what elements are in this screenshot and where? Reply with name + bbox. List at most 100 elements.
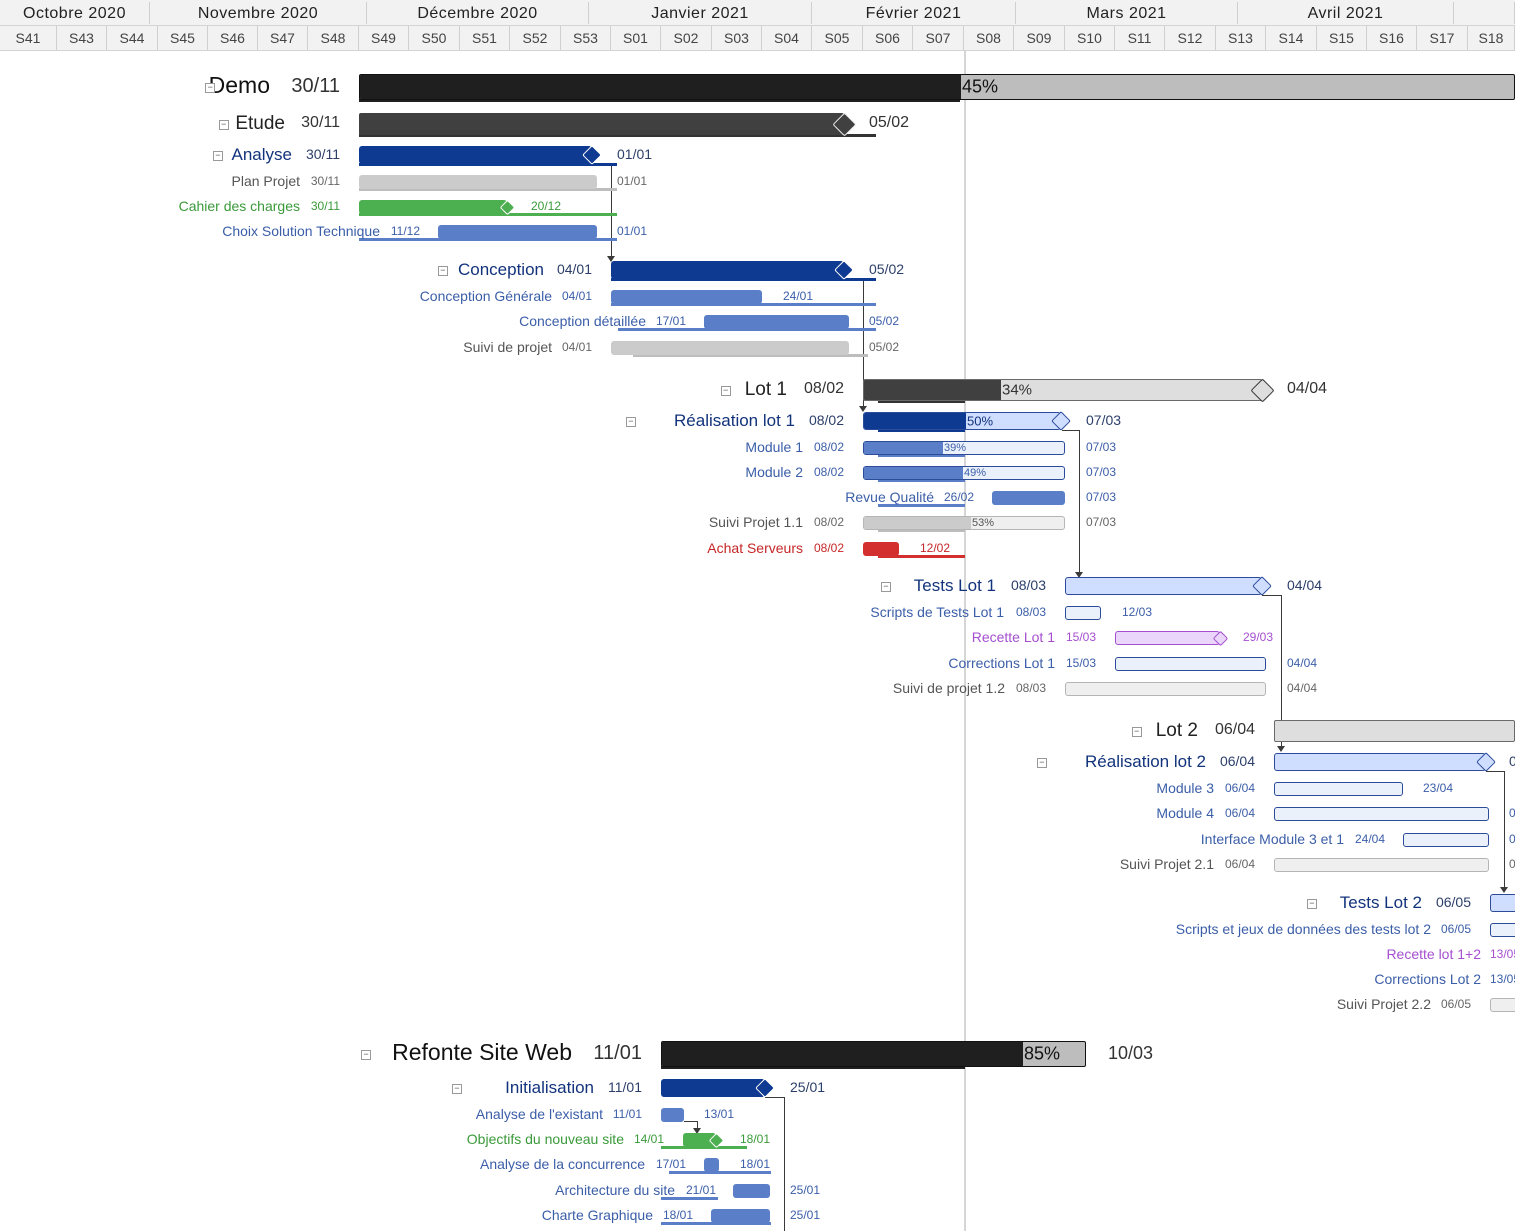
task-bar[interactable] bbox=[661, 1108, 684, 1122]
task-name[interactable]: Architecture du site bbox=[555, 1183, 675, 1197]
task-name[interactable]: Module 2 bbox=[745, 465, 803, 479]
task-name[interactable]: Corrections Lot 2 bbox=[1374, 972, 1481, 986]
week-header: S12 bbox=[1165, 26, 1216, 50]
task-bar[interactable] bbox=[863, 542, 899, 556]
task-name[interactable]: Conception Générale bbox=[420, 289, 552, 303]
task-bar[interactable] bbox=[1115, 631, 1220, 645]
task-name[interactable]: Conception détaillée bbox=[519, 314, 646, 328]
task-name[interactable]: Suivi de projet bbox=[463, 340, 552, 354]
task-bar[interactable] bbox=[863, 379, 1262, 401]
task-end-date: 0 bbox=[1509, 832, 1515, 847]
collapse-toggle-icon[interactable]: − bbox=[212, 151, 223, 161]
month-header bbox=[1454, 2, 1515, 24]
task-name[interactable]: Achat Serveurs bbox=[707, 541, 803, 555]
task-name[interactable]: Réalisation lot 2 bbox=[1085, 753, 1206, 770]
task-bar[interactable] bbox=[611, 341, 849, 355]
collapse-toggle-icon[interactable]: − bbox=[1306, 899, 1317, 909]
task-bar[interactable] bbox=[1274, 720, 1515, 742]
task-name[interactable]: Initialisation bbox=[505, 1079, 594, 1096]
task-name[interactable]: Tests Lot 1 bbox=[914, 577, 996, 594]
task-name[interactable]: Recette lot 1+2 bbox=[1386, 947, 1481, 961]
task-start-date: 21/01 bbox=[685, 1183, 716, 1198]
task-name[interactable]: Suivi Projet 2.1 bbox=[1120, 857, 1214, 871]
task-name[interactable]: Conception bbox=[458, 261, 544, 278]
task-bar[interactable] bbox=[359, 146, 592, 164]
task-name[interactable]: Lot 1 bbox=[745, 380, 787, 399]
task-bar[interactable] bbox=[359, 74, 1515, 100]
task-start-date: 06/04 bbox=[1219, 753, 1255, 770]
task-name[interactable]: Scripts de Tests Lot 1 bbox=[870, 605, 1004, 619]
collapse-toggle-icon[interactable]: − bbox=[625, 417, 636, 427]
task-name[interactable]: Charte Graphique bbox=[542, 1208, 653, 1222]
collapse-toggle-icon[interactable]: − bbox=[880, 582, 891, 592]
task-bar[interactable] bbox=[661, 1079, 765, 1097]
task-start-date: 11/12 bbox=[390, 224, 420, 239]
task-name[interactable]: Module 4 bbox=[1156, 806, 1214, 820]
task-name[interactable]: Corrections Lot 1 bbox=[948, 656, 1055, 670]
task-name[interactable]: Module 3 bbox=[1156, 781, 1214, 795]
task-bar[interactable] bbox=[1065, 606, 1101, 620]
collapse-toggle-icon[interactable]: − bbox=[720, 386, 731, 396]
task-bar[interactable] bbox=[1403, 833, 1489, 847]
task-name[interactable]: Cahier des charges bbox=[179, 199, 300, 213]
task-bar[interactable] bbox=[359, 113, 844, 135]
task-bar[interactable] bbox=[863, 516, 1065, 530]
task-bar[interactable] bbox=[1065, 577, 1262, 595]
task-name[interactable]: Choix Solution Technique bbox=[222, 224, 380, 238]
task-bar[interactable] bbox=[1065, 682, 1266, 696]
task-name[interactable]: Scripts et jeux de données des tests lot… bbox=[1176, 922, 1431, 936]
task-bar[interactable] bbox=[611, 261, 844, 279]
collapse-toggle-icon[interactable]: − bbox=[360, 1050, 371, 1060]
task-start-date: 08/03 bbox=[1015, 681, 1046, 696]
task-bar[interactable] bbox=[1490, 923, 1515, 937]
task-name[interactable]: Analyse bbox=[232, 146, 292, 163]
collapse-toggle-icon[interactable]: − bbox=[437, 266, 448, 276]
task-name[interactable]: Module 1 bbox=[745, 440, 803, 454]
task-name[interactable]: Réalisation lot 1 bbox=[674, 412, 795, 429]
task-bar[interactable] bbox=[863, 412, 1061, 430]
task-start-date: 30/11 bbox=[301, 114, 340, 132]
task-start-date: 30/11 bbox=[310, 199, 340, 214]
collapse-toggle-icon[interactable]: − bbox=[1131, 727, 1142, 737]
month-header: Mars 2021 bbox=[1016, 2, 1238, 24]
task-name[interactable]: Tests Lot 2 bbox=[1340, 894, 1422, 911]
collapse-toggle-icon[interactable]: − bbox=[451, 1084, 462, 1094]
task-name[interactable]: Suivi Projet 1.1 bbox=[709, 515, 803, 529]
task-name[interactable]: Recette Lot 1 bbox=[972, 630, 1055, 644]
task-bar[interactable] bbox=[992, 491, 1065, 505]
task-bar[interactable] bbox=[661, 1041, 1086, 1067]
task-name[interactable]: Objectifs du nouveau site bbox=[467, 1132, 624, 1146]
task-bar[interactable] bbox=[704, 1158, 719, 1172]
task-bar[interactable] bbox=[1490, 894, 1515, 912]
task-name[interactable]: Plan Projet bbox=[232, 174, 300, 188]
task-name[interactable]: Suivi de projet 1.2 bbox=[893, 681, 1005, 695]
task-bar[interactable] bbox=[359, 175, 597, 189]
task-bar[interactable] bbox=[733, 1184, 770, 1198]
month-header: Janvier 2021 bbox=[589, 2, 812, 24]
task-name[interactable]: Refonte Site Web bbox=[392, 1041, 572, 1064]
task-bar[interactable] bbox=[711, 1209, 770, 1223]
collapse-toggle-icon[interactable]: − bbox=[218, 120, 229, 130]
task-bar[interactable] bbox=[1274, 753, 1486, 771]
task-bar[interactable] bbox=[359, 200, 507, 214]
task-bar[interactable] bbox=[1490, 998, 1515, 1012]
task-bar[interactable] bbox=[1274, 782, 1403, 796]
collapse-toggle-icon[interactable]: − bbox=[205, 83, 216, 93]
task-name[interactable]: Lot 2 bbox=[1156, 721, 1198, 740]
task-bar[interactable] bbox=[1115, 657, 1266, 671]
task-name[interactable]: Analyse de l'existant bbox=[476, 1107, 603, 1121]
task-bar[interactable] bbox=[1274, 807, 1489, 821]
task-name[interactable]: Suivi Projet 2.2 bbox=[1337, 997, 1431, 1011]
task-bar[interactable] bbox=[611, 290, 762, 304]
task-end-date: 04/04 bbox=[1287, 380, 1328, 398]
task-name[interactable]: Revue Qualité bbox=[845, 490, 934, 504]
task-percent: 85% bbox=[1024, 1043, 1061, 1064]
task-bar[interactable] bbox=[438, 225, 597, 239]
task-name[interactable]: Demo bbox=[209, 74, 270, 97]
task-name[interactable]: Analyse de la concurrence bbox=[480, 1157, 645, 1171]
task-bar[interactable] bbox=[704, 315, 849, 329]
task-name[interactable]: Etude bbox=[235, 114, 285, 133]
task-name[interactable]: Interface Module 3 et 1 bbox=[1201, 832, 1344, 846]
collapse-toggle-icon[interactable]: − bbox=[1036, 758, 1047, 768]
task-bar[interactable] bbox=[1274, 858, 1489, 872]
